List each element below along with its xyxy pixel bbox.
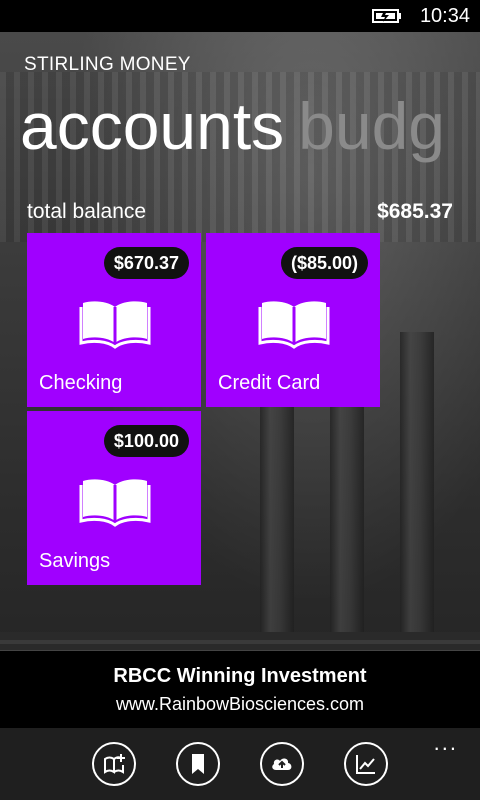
account-name: Checking [39,372,123,394]
reports-button[interactable] [344,742,388,786]
ad-banner[interactable]: RBCC Winning Investment www.RainbowBiosc… [0,650,480,729]
book-icon [79,301,151,349]
more-options-button[interactable]: ... [434,730,458,756]
add-account-button[interactable] [92,742,136,786]
app-bar: ... [0,728,480,800]
ad-title: RBCC Winning Investment [113,665,367,687]
account-name: Savings [39,550,111,572]
bookmark-icon [192,754,204,774]
pivot-header: accounts budg [20,86,445,166]
pivot-item-accounts[interactable]: accounts [20,89,284,163]
chart-icon [356,755,375,774]
bookmark-button[interactable] [176,742,220,786]
battery-charging-icon [372,9,401,23]
account-balance-badge: $100.00 [103,425,189,457]
pivot-item-budget[interactable]: budg [298,89,445,163]
total-balance-value: $685.37 [377,200,453,223]
status-bar: 10:34 [0,0,480,32]
book-icon [258,301,330,349]
sync-button[interactable] [260,742,304,786]
add-account-icon [104,754,125,774]
account-balance-badge: ($85.00) [280,247,368,279]
total-balance-label: total balance [27,200,147,223]
app-title: STIRLING MONEY [24,54,191,75]
book-icon [79,479,151,527]
account-tile-credit-card[interactable]: ($85.00) Credit Card [206,233,380,407]
account-balance-badge: $670.37 [103,247,189,279]
account-name: Credit Card [218,372,321,394]
ad-url: www.RainbowBiosciences.com [115,694,365,714]
total-balance-row: total balance $685.37 [27,200,453,226]
account-tile-savings[interactable]: $100.00 Savings [27,411,201,585]
cloud-upload-icon [272,758,292,770]
account-tile-checking[interactable]: $670.37 Checking [27,233,201,407]
clock: 10:34 [419,5,470,27]
